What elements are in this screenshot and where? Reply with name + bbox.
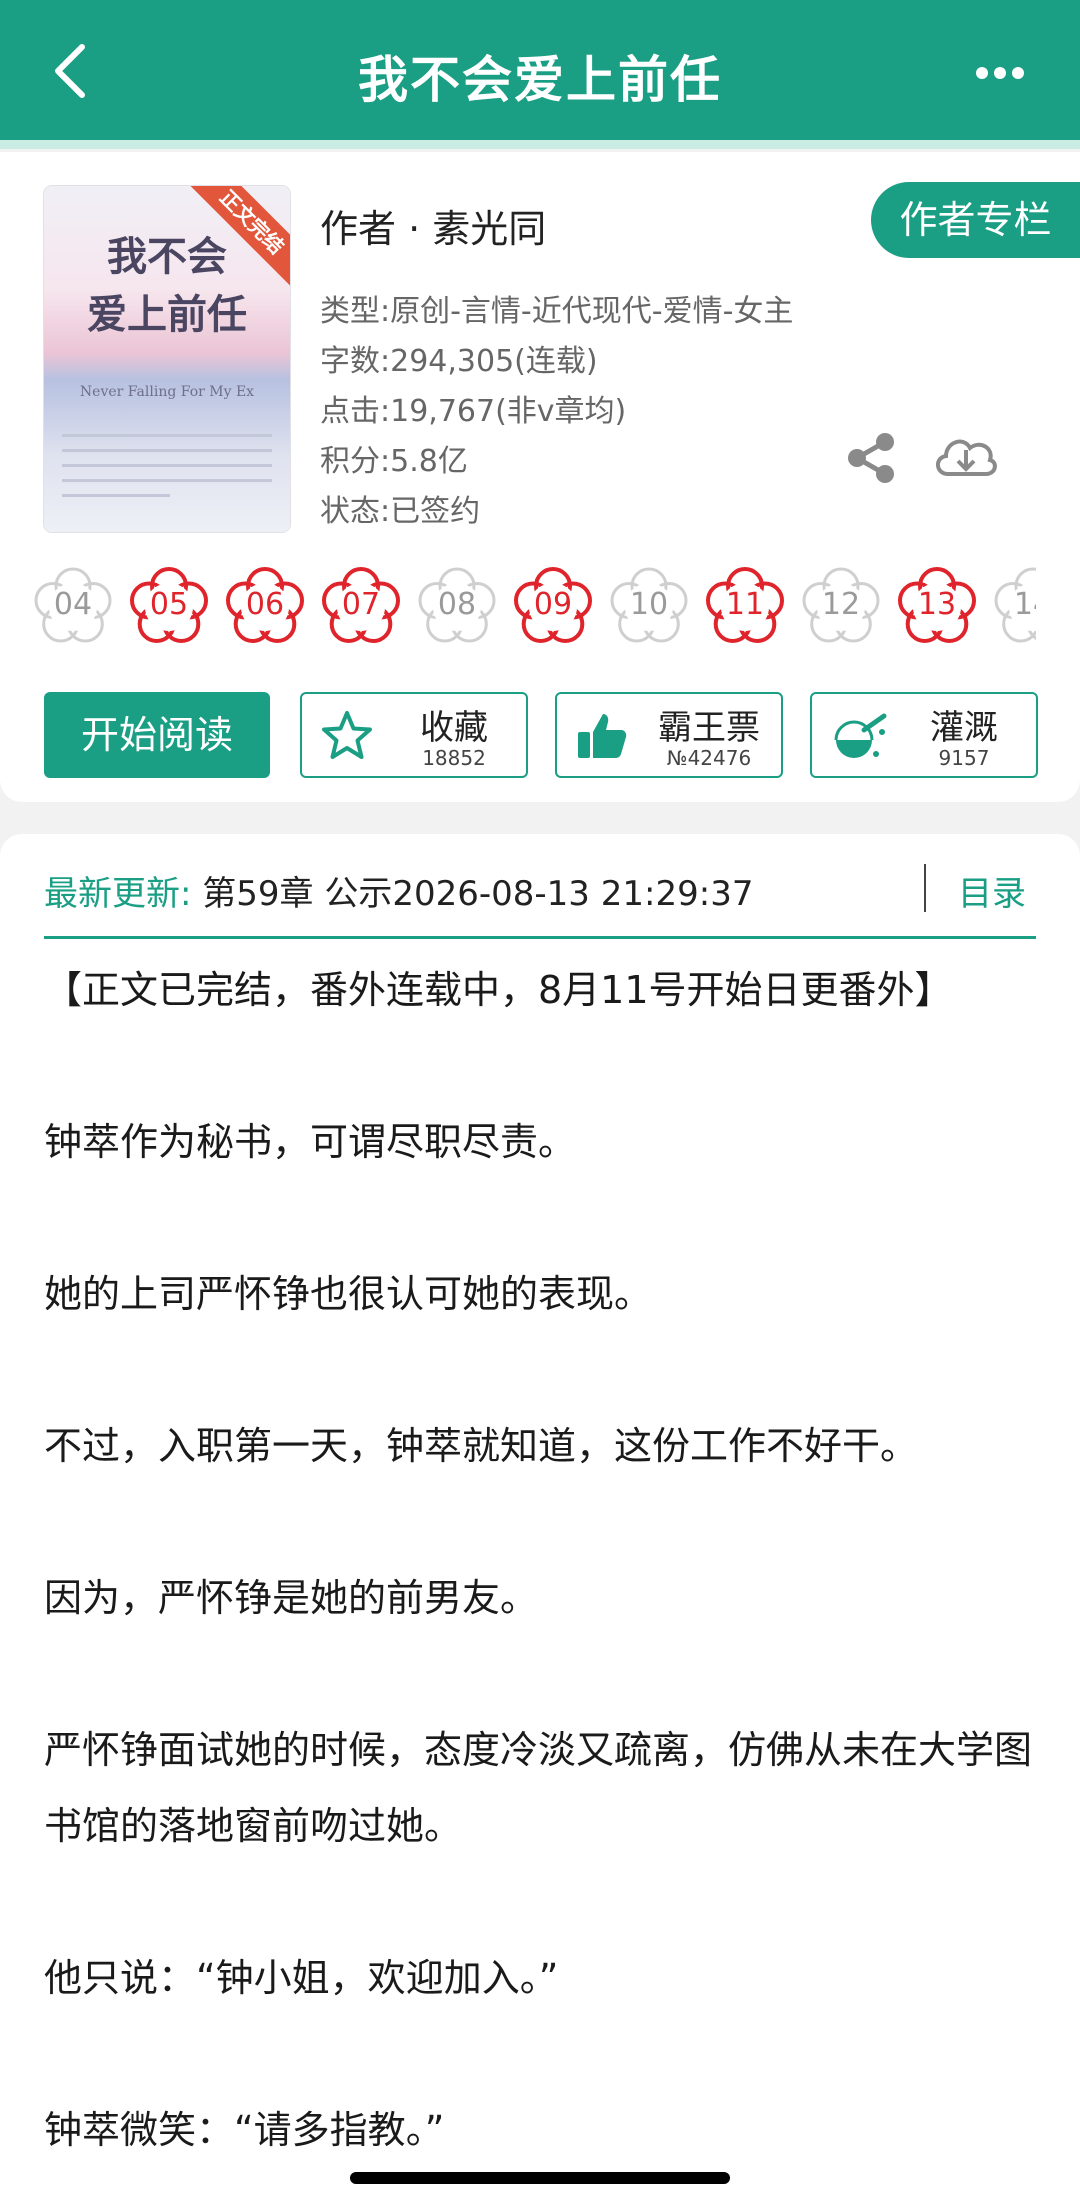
synopsis-paragraph: 不过，入职第一天，钟萃就知道，这份工作不好干。 bbox=[44, 1424, 919, 1468]
author-column-button[interactable]: 作者专栏 bbox=[871, 182, 1080, 258]
book-clicks: 点击:19,767(非v章均) bbox=[320, 394, 627, 429]
ticket-label: 霸王票 bbox=[658, 708, 760, 748]
synopsis-paragraph: 她的上司严怀铮也很认可她的表现。 bbox=[44, 1272, 653, 1316]
water-button[interactable]: 灌溉 9157 bbox=[810, 692, 1038, 778]
flower-07[interactable]: 07 bbox=[318, 562, 404, 648]
book-score: 积分:5.8亿 bbox=[320, 444, 468, 479]
flower-06[interactable]: 06 bbox=[222, 562, 308, 648]
flower-label: 09 bbox=[533, 587, 573, 622]
synopsis-paragraph: 钟萃作为秘书，可谓尽职尽责。 bbox=[44, 1120, 577, 1164]
toc-link[interactable]: 目录 bbox=[958, 866, 1026, 915]
share-button[interactable] bbox=[843, 430, 899, 490]
book-word-count: 字数:294,305(连载) bbox=[320, 344, 598, 379]
flower-label: 14 bbox=[1013, 587, 1036, 622]
back-button[interactable] bbox=[40, 36, 100, 106]
book-info-card: 我不会 爱上前任 Never Falling For My Ex 正文完结 作者… bbox=[0, 152, 1080, 802]
start-reading-button[interactable]: 开始阅读 bbox=[44, 692, 270, 778]
flower-14[interactable]: 14 bbox=[990, 562, 1036, 648]
latest-update-label: 最新更新: bbox=[44, 874, 192, 914]
thumbs-up-icon bbox=[578, 714, 627, 758]
synopsis-paragraph: 钟萃微笑：“请多指教。” bbox=[44, 2108, 445, 2152]
water-count: 9157 bbox=[938, 746, 990, 770]
latest-update-row[interactable]: 最新更新: 第59章 公示2026-08-13 21:29:37 bbox=[44, 866, 753, 915]
flower-13[interactable]: 13 bbox=[894, 562, 980, 648]
ticket-button[interactable]: 霸王票 №42476 bbox=[555, 692, 783, 778]
flower-label: 10 bbox=[629, 587, 669, 622]
cover-title-line2: 爱上前任 bbox=[87, 291, 247, 338]
favorite-button[interactable]: 收藏 18852 bbox=[300, 692, 528, 778]
cover-subtitle: Never Falling For My Ex bbox=[79, 384, 255, 400]
page-title: 我不会爱上前任 bbox=[358, 51, 722, 109]
flower-12[interactable]: 12 bbox=[798, 562, 884, 648]
flower-10[interactable]: 10 bbox=[606, 562, 692, 648]
flower-label: 06 bbox=[245, 587, 285, 622]
flower-label: 07 bbox=[341, 587, 381, 622]
cloud-download-icon bbox=[936, 439, 997, 476]
share-icon bbox=[848, 433, 894, 483]
flower-11[interactable]: 11 bbox=[702, 562, 788, 648]
flower-09[interactable]: 09 bbox=[510, 562, 596, 648]
synopsis-paragraph: 因为，严怀铮是她的前男友。 bbox=[44, 1576, 539, 1620]
author-name[interactable]: 作者 · 素光同 bbox=[320, 198, 546, 253]
flower-label: 05 bbox=[149, 587, 189, 622]
favorite-label: 收藏 bbox=[420, 708, 488, 748]
synopsis-paragraph: 他只说：“钟小姐，欢迎加入。” bbox=[44, 1956, 559, 2000]
ticket-count: №42476 bbox=[666, 746, 752, 770]
synopsis-section: 最新更新: 第59章 公示2026-08-13 21:29:37 目录 【正文已… bbox=[0, 834, 1080, 2208]
synopsis-paragraph: 严怀铮面试她的时候，态度冷淡又疏离，仿佛从未在大学图书馆的落地窗前吻过她。 bbox=[44, 1728, 1033, 1848]
flower-rating-row: 04 05 06 07 08 09 10 11 12 13 14 bbox=[30, 562, 1036, 658]
vertical-divider bbox=[924, 864, 926, 912]
flask-icon bbox=[834, 713, 887, 758]
home-indicator bbox=[350, 2172, 730, 2184]
favorite-count: 18852 bbox=[422, 746, 486, 770]
flower-label: 04 bbox=[53, 587, 93, 622]
chevron-left-icon bbox=[55, 44, 85, 98]
book-genre: 类型:原创-言情-近代现代-爱情-女主 bbox=[320, 294, 794, 329]
flower-05[interactable]: 05 bbox=[126, 562, 212, 648]
top-bar: 我不会爱上前任 bbox=[0, 0, 1080, 149]
more-button[interactable] bbox=[970, 48, 1030, 98]
book-status: 状态:已签约 bbox=[320, 494, 481, 529]
download-button[interactable] bbox=[930, 428, 1000, 488]
star-icon bbox=[322, 711, 372, 759]
cover-blurb-lines bbox=[44, 422, 290, 497]
more-dots-icon bbox=[976, 67, 1024, 79]
book-cover[interactable]: 我不会 爱上前任 Never Falling For My Ex 正文完结 bbox=[44, 186, 290, 532]
flower-label: 13 bbox=[917, 587, 957, 622]
section-divider bbox=[44, 936, 1036, 939]
flower-label: 08 bbox=[437, 587, 477, 622]
top-bar-divider bbox=[0, 140, 1080, 149]
flower-label: 11 bbox=[725, 587, 765, 622]
water-label: 灌溉 bbox=[930, 708, 998, 748]
flower-08[interactable]: 08 bbox=[414, 562, 500, 648]
synopsis-paragraph: 【正文已完结，番外连载中，8月11号开始日更番外】 bbox=[44, 968, 953, 1012]
flower-label: 12 bbox=[821, 587, 861, 622]
latest-update-info: 第59章 公示2026-08-13 21:29:37 bbox=[202, 874, 754, 914]
flower-04[interactable]: 04 bbox=[30, 562, 116, 648]
